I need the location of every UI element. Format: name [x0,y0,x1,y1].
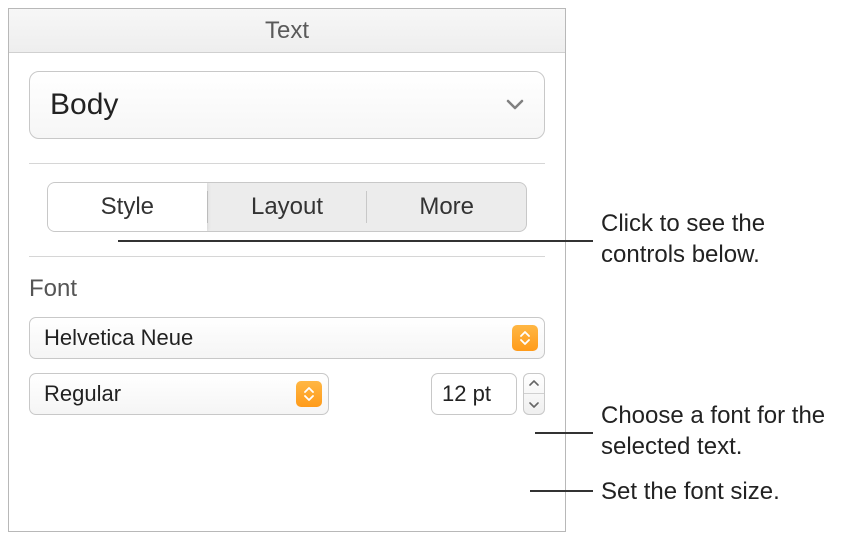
paragraph-style-select[interactable]: Body [29,71,545,139]
text-tabs: Style Layout More [47,182,527,232]
callout-style-tab: Click to see the controls below. [601,208,831,270]
text-inspector-panel: Text Body Style Layout More Font Helveti… [8,8,566,532]
updown-icon [512,325,538,351]
callout-font-size: Set the font size. [601,476,831,507]
callout-line [535,432,593,434]
paragraph-style-label: Body [50,88,118,122]
chevron-down-icon [506,99,524,111]
panel-body: Body Style Layout More Font Helvetica Ne… [9,53,565,447]
callout-line [530,490,593,492]
font-size-control: 12 pt [431,373,545,415]
panel-title: Text [9,9,565,53]
divider [29,163,545,164]
divider [29,256,545,257]
tab-layout[interactable]: Layout [208,183,367,231]
stepper-up-button[interactable] [524,374,544,394]
callout-font-family: Choose a font for the selected text. [601,400,841,462]
font-weight-select[interactable]: Regular [29,373,329,415]
updown-icon [296,381,322,407]
font-section-label: Font [29,275,545,303]
font-size-field[interactable]: 12 pt [431,373,517,415]
font-size-stepper [523,373,545,415]
callout-line [118,240,593,242]
stepper-down-button[interactable] [524,394,544,414]
font-weight-label: Regular [44,381,121,407]
font-family-label: Helvetica Neue [44,325,193,351]
tab-style[interactable]: Style [48,183,207,231]
font-family-select[interactable]: Helvetica Neue [29,317,545,359]
tab-more[interactable]: More [367,183,526,231]
